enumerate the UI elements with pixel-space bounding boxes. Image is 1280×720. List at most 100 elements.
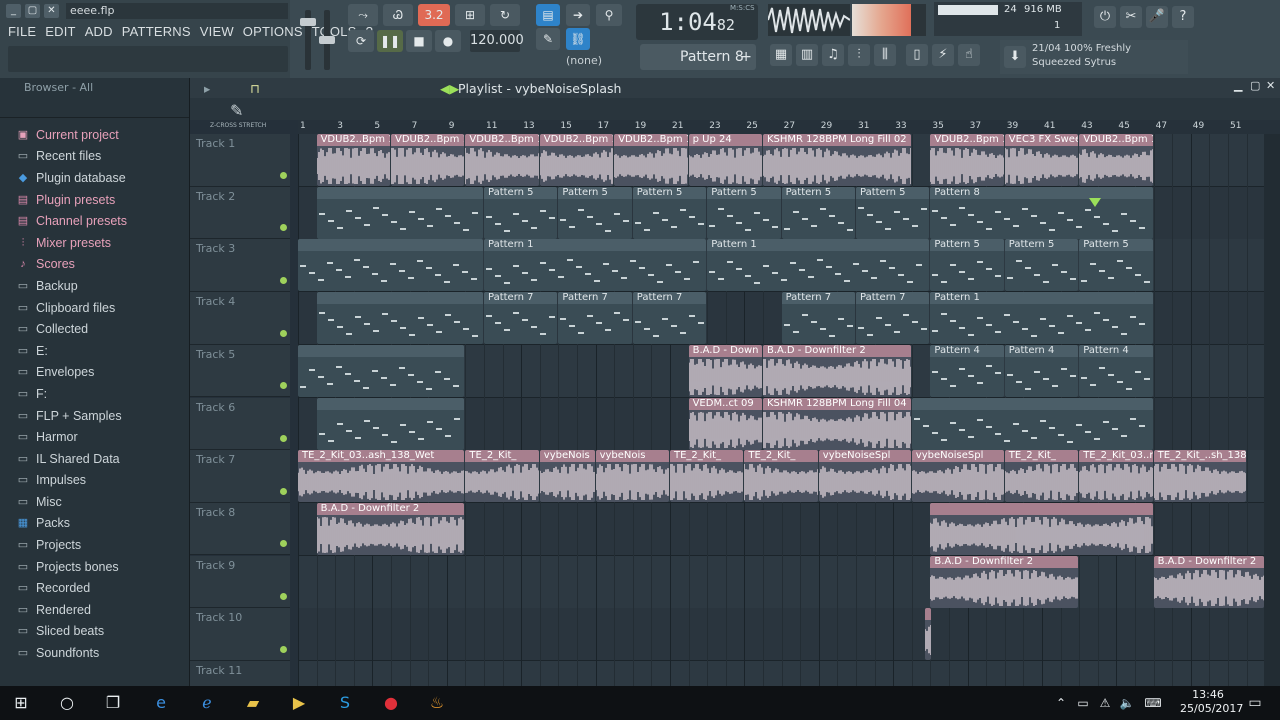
pattern-clip[interactable]: Pattern 5 — [781, 186, 855, 239]
track-header[interactable]: Track 3 — [190, 239, 290, 292]
tray-app-icon[interactable]: ▭ — [1072, 694, 1094, 712]
playlist-window-icon[interactable]: ▦ — [770, 44, 792, 66]
play-pause-button[interactable]: ❚❚ — [377, 30, 403, 52]
browser-item[interactable]: ▭ Projects — [0, 534, 189, 556]
audio-clip[interactable]: vybeNois — [595, 450, 669, 503]
browser-item[interactable]: ▭ Sliced beats — [0, 621, 189, 643]
track-header[interactable]: Track 10 — [190, 608, 290, 661]
browser-item[interactable]: ▤ Plugin presets — [0, 189, 189, 211]
track-header[interactable]: Track 4 — [190, 292, 290, 345]
track-enable-led[interactable] — [280, 593, 287, 601]
pattern-clip[interactable] — [316, 186, 483, 239]
power-icon[interactable]: ⏻ — [1094, 6, 1116, 28]
help-icon[interactable]: ? — [1172, 6, 1194, 28]
audio-clip[interactable]: vybeNoiseSpl — [911, 450, 1004, 503]
audio-clip[interactable]: VDUB2..Bpm 1 — [614, 134, 688, 186]
search-icon[interactable]: ○ — [56, 694, 78, 712]
audio-clip[interactable]: TE_2_Kit_ — [744, 450, 818, 503]
audio-clip[interactable]: vybeNoiseSpl — [818, 450, 911, 503]
tempo-display[interactable]: 120.000 — [470, 30, 524, 52]
track-enable-led[interactable] — [280, 276, 287, 284]
pattern-clip[interactable]: Pattern 4 — [1004, 344, 1079, 397]
menu-options[interactable]: OPTIONS — [243, 24, 303, 39]
pattern-clip[interactable]: Pattern 5 — [856, 186, 930, 239]
loop-mode-button[interactable]: ⟳ — [348, 30, 374, 52]
browser-item[interactable]: ▭ F: — [0, 383, 189, 405]
audio-clip[interactable]: VDUB2..Bpm 1 — [1079, 134, 1153, 186]
notification-icon[interactable]: ▭ — [1244, 694, 1266, 712]
audio-clip[interactable] — [924, 608, 932, 661]
ie-browser-icon[interactable]: ℯ — [196, 694, 218, 712]
pattern-selector[interactable]: Pattern 8 + — [640, 44, 756, 70]
step-edit-button[interactable]: ⊞ — [455, 4, 485, 26]
media-icon[interactable]: ▶ — [288, 694, 310, 712]
audio-clip[interactable]: TE_2_Kit_ — [1004, 450, 1079, 503]
record-button[interactable]: ● — [435, 30, 461, 52]
recorder-icon[interactable]: ● — [380, 694, 402, 712]
menu-add[interactable]: ADD — [85, 24, 113, 39]
audio-clip[interactable]: TE_2_Kit_03..ash_138_Wet — [298, 450, 465, 503]
vertical-scrollbar[interactable] — [1264, 134, 1280, 686]
audio-clip[interactable]: VDUB2..Bpm 1 — [316, 134, 390, 186]
link-button[interactable]: ⛓ — [566, 28, 590, 50]
pattern-clip[interactable]: Pattern 1 — [707, 239, 930, 292]
browser-item[interactable]: ▭ Backup — [0, 275, 189, 297]
audio-clip[interactable]: B.A.D - Down — [688, 344, 762, 397]
audio-clip[interactable]: TE_2_Kit_ — [465, 450, 539, 503]
audio-clip[interactable]: vybeNois — [539, 450, 595, 503]
browser-toggle-icon[interactable]: ⫼ — [874, 44, 896, 66]
browser-item[interactable]: ▭ Soundfonts — [0, 642, 189, 664]
pattern-clip[interactable]: Pattern 5 — [707, 186, 781, 239]
track-enable-led[interactable] — [280, 487, 287, 495]
pattern-clip[interactable]: Pattern 5 — [632, 186, 707, 239]
pattern-clip[interactable]: Pattern 7 — [484, 292, 558, 345]
system-clock[interactable]: 13:46 25/05/2017 — [1180, 688, 1243, 716]
song-mode-button[interactable]: ▤ — [536, 4, 560, 26]
pattern-clip[interactable]: Pattern 1 — [930, 292, 1153, 345]
master-volume-slider[interactable] — [300, 10, 316, 70]
audio-clip[interactable]: TE_2_Kit_03..r — [1079, 450, 1153, 503]
browser-item[interactable]: ▭ Clipboard files — [0, 297, 189, 319]
plugin-picker-icon[interactable]: ▯ — [906, 44, 928, 66]
pattern-clip[interactable]: Pattern 7 — [558, 292, 632, 345]
browser-item[interactable]: ▭ Collected — [0, 318, 189, 340]
audio-clip[interactable]: B.A.D - Downfilter 2 — [763, 344, 911, 397]
browser-item[interactable]: ▦ Packs — [0, 513, 189, 535]
stop-button[interactable]: ■ — [406, 30, 432, 52]
playlist-max-button[interactable]: ▢ — [1250, 79, 1260, 92]
pattern-clip[interactable] — [911, 397, 1153, 450]
audio-clip[interactable]: p Up 24 — [688, 134, 762, 186]
pattern-clip[interactable]: Pattern 5 — [558, 186, 632, 239]
browser-item[interactable]: ▭ Misc — [0, 491, 189, 513]
track-enable-led[interactable] — [280, 171, 287, 179]
track-enable-led[interactable] — [280, 645, 287, 653]
plug-icon[interactable]: ⚡ — [932, 44, 954, 66]
playlist-min-button[interactable]: ▁ — [1234, 79, 1242, 92]
pattern-clip[interactable] — [298, 239, 483, 292]
pen-snap-button[interactable]: ✎ — [536, 28, 560, 50]
track-enable-led[interactable] — [280, 224, 287, 232]
track-enable-led[interactable] — [280, 382, 287, 390]
typing-keyboard-button[interactable]: ⚲ — [596, 4, 622, 26]
network-icon[interactable]: ⚠ — [1094, 694, 1116, 712]
pattern-clip[interactable] — [316, 397, 465, 450]
track-header[interactable]: Track 2 — [190, 186, 290, 240]
track-header[interactable]: Track 5 — [190, 344, 290, 398]
track-enable-led[interactable] — [280, 329, 287, 337]
browser-item[interactable]: ▭ Recent files — [0, 146, 189, 168]
loop-record-button[interactable]: ↻ — [490, 4, 520, 26]
browser-item[interactable]: ▭ IL Shared Data — [0, 448, 189, 470]
browser-item[interactable]: ▭ Projects bones — [0, 556, 189, 578]
pitch-knob[interactable] — [319, 36, 335, 44]
pattern-clip[interactable]: Pattern 7 — [632, 292, 707, 345]
audio-clip[interactable]: VDUB2..Bpm 1 — [465, 134, 539, 186]
playlist-close-button[interactable]: ✕ — [1266, 79, 1275, 92]
pattern-clip[interactable]: Pattern 5 — [1079, 239, 1153, 292]
edge-browser-icon[interactable]: e — [150, 694, 172, 712]
menu-patterns[interactable]: PATTERNS — [122, 24, 191, 39]
browser-item[interactable]: ♪ Scores — [0, 254, 189, 276]
metronome-button[interactable]: ⤳ — [348, 4, 378, 26]
tools-icon[interactable]: ✂ — [1120, 6, 1142, 28]
skype-icon[interactable]: S — [334, 694, 356, 712]
draw-tool-icon[interactable]: ✎ — [230, 101, 243, 120]
